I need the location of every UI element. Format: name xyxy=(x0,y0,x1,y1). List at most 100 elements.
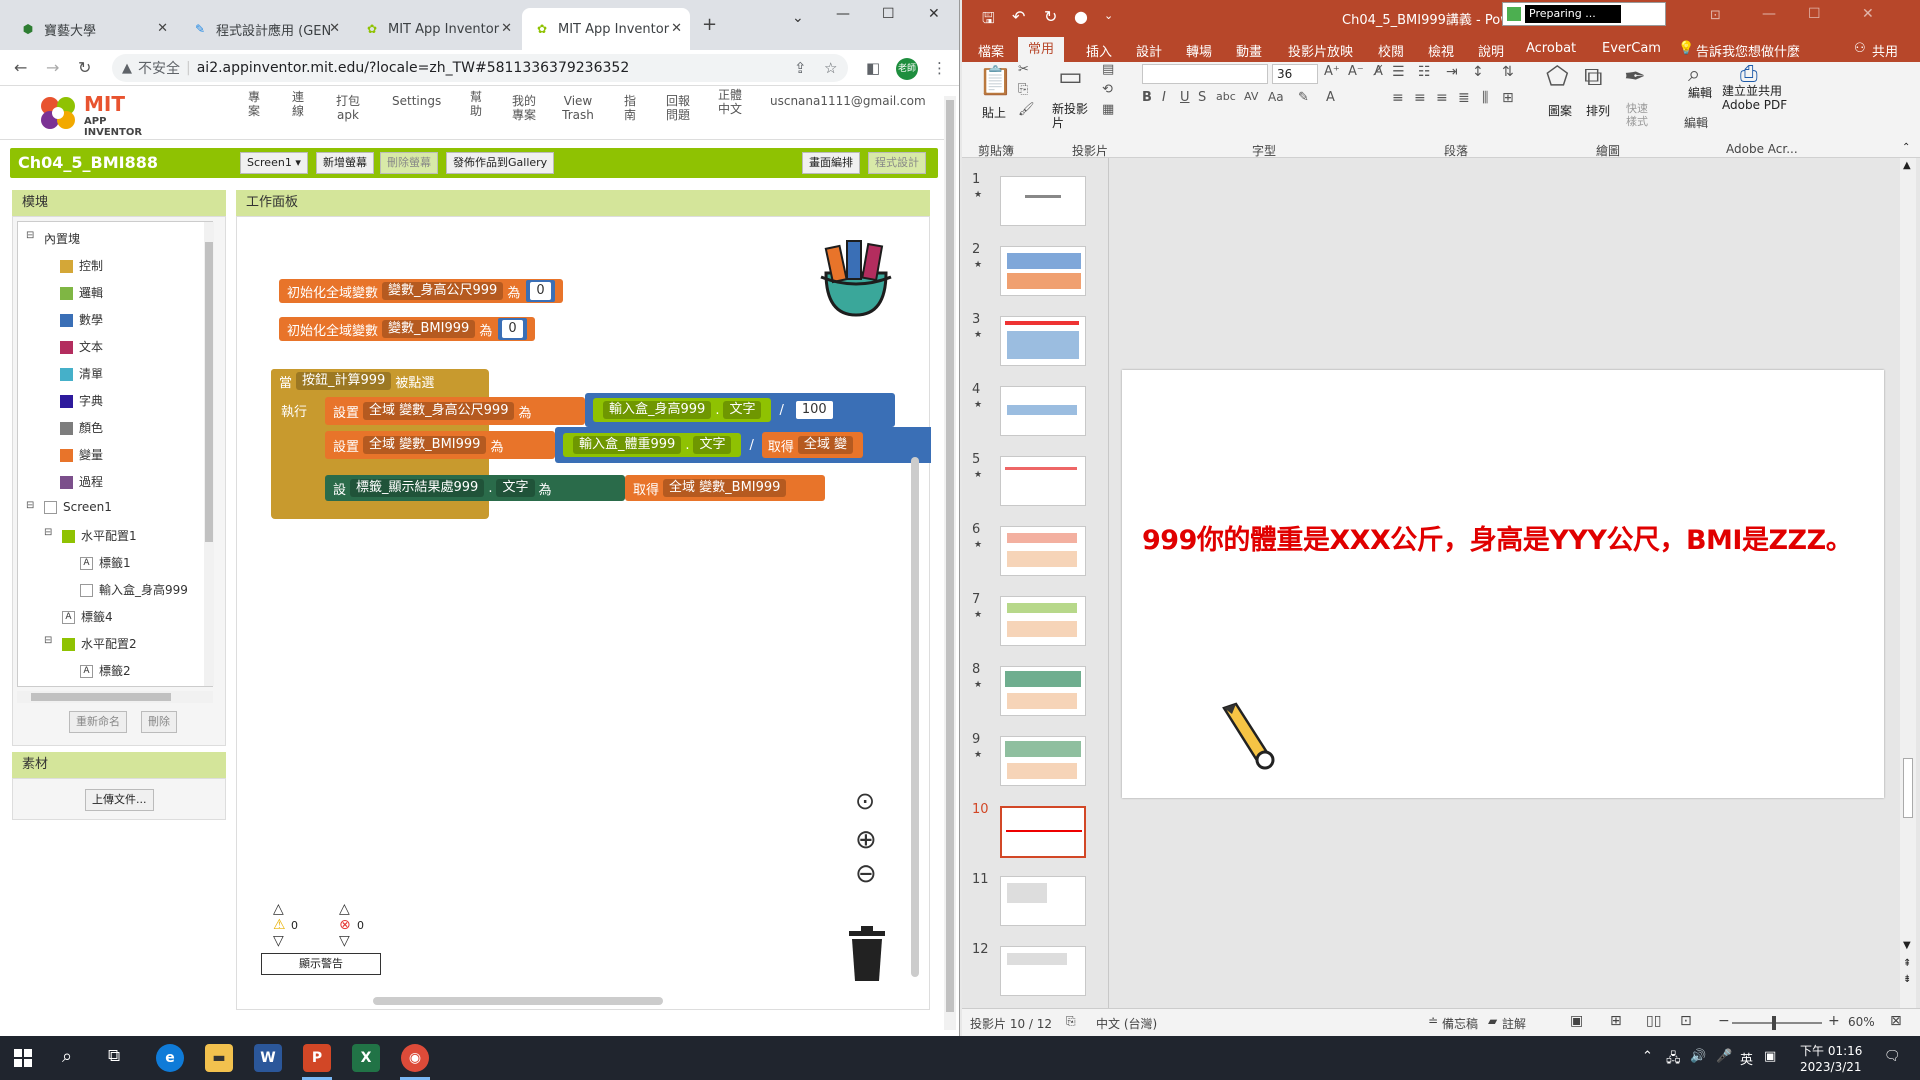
menu-connect[interactable]: 連線 xyxy=(288,90,308,118)
share-button[interactable]: 共用 xyxy=(1872,41,1898,60)
zoom-out-icon[interactable]: ⊖ xyxy=(855,859,877,889)
volume-icon[interactable]: 🔊 xyxy=(1690,1049,1706,1064)
scroll-thumb[interactable] xyxy=(205,242,213,542)
word-icon[interactable]: W xyxy=(254,1044,282,1072)
font-color-icon[interactable]: A xyxy=(1326,90,1335,105)
number-field[interactable]: 100 xyxy=(795,401,833,419)
copy-icon[interactable]: ⎘ xyxy=(1018,82,1028,97)
tree-label1[interactable]: A 標籤1 xyxy=(80,554,131,571)
slide-thumb-9[interactable] xyxy=(1000,736,1086,786)
scroll-thumb[interactable] xyxy=(946,100,954,1012)
zoom-level[interactable]: 60% xyxy=(1848,1015,1875,1029)
menu-help[interactable]: 說明 xyxy=(1478,41,1504,60)
tab-search-icon[interactable]: ⌄ xyxy=(792,10,804,26)
menu-my-projects[interactable]: 我的專案 xyxy=(510,94,538,122)
property-field[interactable]: 文字 xyxy=(723,401,762,419)
set-bmi-block[interactable]: 設置 全域 變數_BMI999 為 xyxy=(325,431,555,459)
underline-icon[interactable]: U xyxy=(1180,90,1190,105)
indent-icon[interactable]: ⇥ xyxy=(1446,64,1458,80)
tree-colors[interactable]: 顏色 xyxy=(60,419,103,436)
paste-label[interactable]: 貼上 xyxy=(982,104,1006,121)
var-name-field[interactable]: 變數_身高公尺999 xyxy=(382,282,504,300)
back-icon[interactable]: ← xyxy=(14,58,27,77)
menu-view-trash[interactable]: View Trash xyxy=(560,94,596,122)
zoom-slider-thumb[interactable] xyxy=(1772,1016,1776,1030)
slide-thumb-12[interactable] xyxy=(1000,946,1086,996)
text-direction-icon[interactable]: ⇅ xyxy=(1502,64,1514,80)
number-field[interactable]: 0 xyxy=(502,320,523,338)
share-user-icon[interactable]: ⚇ xyxy=(1854,41,1866,56)
close-icon[interactable]: ✕ xyxy=(671,21,682,36)
tree-math[interactable]: 數學 xyxy=(60,311,103,328)
paste-icon[interactable]: 📋 xyxy=(978,64,1013,97)
font-size-input[interactable]: 36 xyxy=(1272,64,1318,84)
component-field[interactable]: 按鈕_計算999 xyxy=(296,372,392,390)
minimize-icon[interactable]: — xyxy=(836,6,850,22)
tree-hscrollbar[interactable] xyxy=(17,691,213,703)
menu-settings[interactable]: Settings xyxy=(392,94,441,108)
scroll-down-icon[interactable]: ▼ xyxy=(1903,940,1911,951)
zoom-slider[interactable] xyxy=(1732,1016,1822,1030)
layout-icon[interactable]: ▤ xyxy=(1102,62,1114,77)
slide-thumb-3[interactable] xyxy=(1000,316,1086,366)
clock-date[interactable]: 2023/3/21 xyxy=(1800,1060,1862,1074)
new-slide-label[interactable]: 新投影片 xyxy=(1052,102,1092,130)
slide-thumb-10-selected[interactable] xyxy=(1000,806,1086,858)
line-spacing-icon[interactable]: ↕ xyxy=(1472,64,1484,80)
tree-hbox2[interactable]: 水平配置2 xyxy=(62,635,137,652)
menu-guide[interactable]: 指南 xyxy=(622,94,638,122)
close-icon[interactable]: ✕ xyxy=(329,21,340,36)
set-label-text-block[interactable]: 設 標籤_顯示結果處999. 文字 為 xyxy=(325,475,625,501)
normal-view-icon[interactable]: ▣ xyxy=(1570,1013,1583,1029)
var-field[interactable]: 全域 變數_BMI999 xyxy=(663,479,787,497)
task-view-icon[interactable]: ⧉ xyxy=(108,1046,120,1066)
shapes-icon[interactable]: ⬠ xyxy=(1546,62,1569,92)
collapse-icon[interactable]: ⊟ xyxy=(26,500,34,511)
tree-control[interactable]: 控制 xyxy=(60,257,103,274)
arrange-icon[interactable]: ⧉ xyxy=(1584,62,1603,93)
slide-vscrollbar[interactable]: ▲ ▼ ⇞ ⇟ xyxy=(1900,158,1916,1008)
number-block[interactable]: 0 xyxy=(526,280,555,302)
chrome-menu-icon[interactable]: ⋮ xyxy=(932,59,947,77)
save-icon[interactable]: 🖫 xyxy=(982,8,995,33)
search-icon[interactable]: ⌕ xyxy=(62,1046,72,1067)
tree-logic[interactable]: 邏輯 xyxy=(60,284,103,301)
prev-slide-icon[interactable]: ⇞ xyxy=(1903,958,1911,969)
tree-hbox1[interactable]: 水平配置1 xyxy=(62,527,137,544)
spellcheck-icon[interactable]: ⎘ xyxy=(1066,1014,1076,1029)
var-field[interactable]: 全域 變數_身高公尺999 xyxy=(363,402,515,420)
account-email[interactable]: uscnana1111@gmail.com xyxy=(770,94,926,108)
tree-text[interactable]: 文本 xyxy=(60,338,103,355)
backpack-icon[interactable] xyxy=(811,233,901,323)
bullets-icon[interactable]: ☰ xyxy=(1392,64,1405,80)
init-global-height-block[interactable]: 初始化全域變數 變數_身高公尺999 為 0 xyxy=(279,279,563,303)
new-tab-button[interactable]: + xyxy=(702,14,717,35)
designer-button[interactable]: 畫面編排 xyxy=(802,152,860,174)
omnibox[interactable]: ▲ 不安全 | ai2.appinventor.mit.edu/?locale=… xyxy=(112,54,848,82)
error-next-arrow-icon[interactable]: ▽ xyxy=(339,933,350,949)
collapse-icon[interactable]: ⊟ xyxy=(44,527,52,538)
menu-file[interactable]: 檔案 xyxy=(978,41,1004,60)
collapse-ribbon-icon[interactable]: ⌃ xyxy=(1902,142,1910,153)
font-name-input[interactable] xyxy=(1142,64,1268,84)
smartart-icon[interactable]: ⊞ xyxy=(1502,90,1514,106)
blocks-button[interactable]: 程式設計 xyxy=(868,152,926,174)
menu-projects[interactable]: 專案 xyxy=(244,90,264,118)
tree-screen1[interactable]: Screen1 xyxy=(44,500,112,514)
menu-acrobat[interactable]: Acrobat xyxy=(1526,41,1576,56)
excel-icon[interactable]: X xyxy=(352,1044,380,1072)
next-slide-icon[interactable]: ⇟ xyxy=(1903,974,1911,985)
page-vscrollbar[interactable] xyxy=(944,96,956,1030)
menu-help[interactable]: 幫助 xyxy=(466,90,486,118)
tree-vscrollbar[interactable] xyxy=(204,222,214,686)
menu-evercam[interactable]: EverCam xyxy=(1602,41,1661,56)
slide-thumb-2[interactable] xyxy=(1000,246,1086,296)
publish-gallery-button[interactable]: 發佈作品到Gallery xyxy=(446,152,555,174)
undo-icon[interactable]: ↶ xyxy=(1012,7,1025,26)
screen-select[interactable]: Screen1 ▾ xyxy=(240,152,308,174)
menu-insert[interactable]: 插入 xyxy=(1086,41,1112,60)
tell-me-search[interactable]: 告訴我您想做什麼 xyxy=(1696,41,1800,60)
numbering-icon[interactable]: ☷ xyxy=(1418,64,1431,80)
new-slide-icon[interactable]: ▭ xyxy=(1058,62,1083,92)
clear-format-icon[interactable]: A̸ xyxy=(1374,64,1383,79)
